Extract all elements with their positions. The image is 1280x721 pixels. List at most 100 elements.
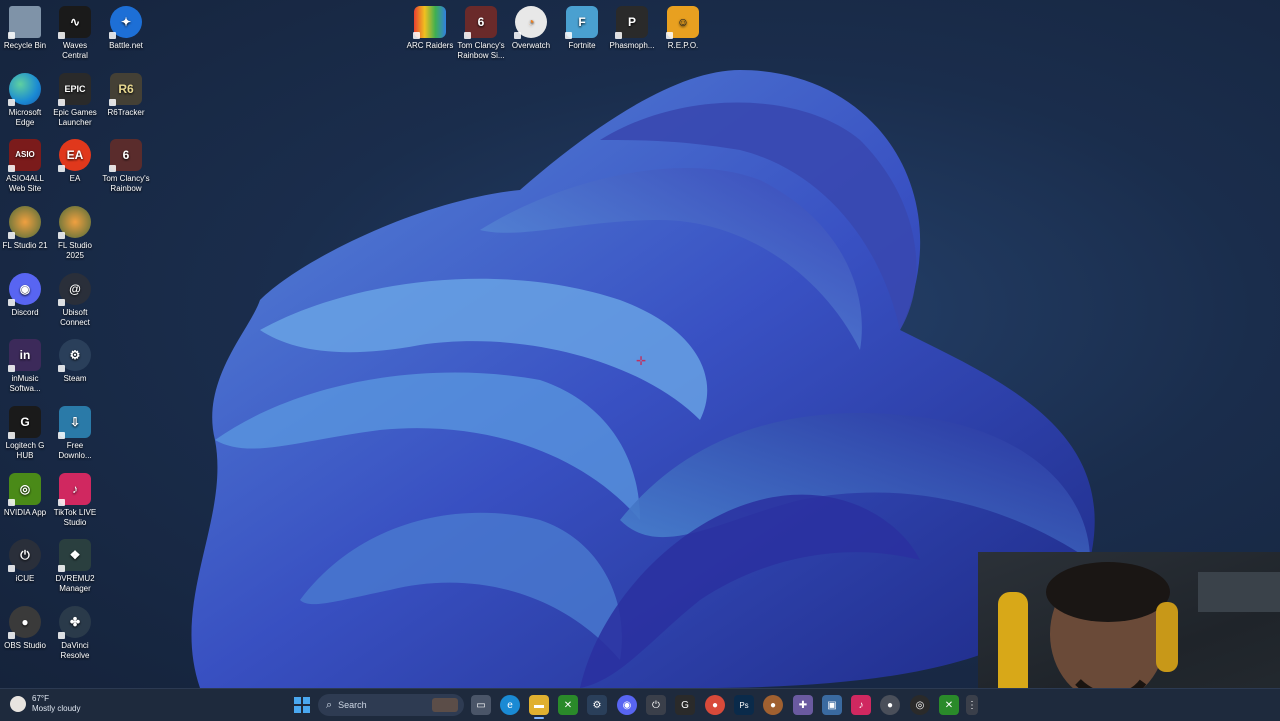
steam-shortcut[interactable]: ⚙ Steam	[50, 333, 100, 384]
icon-label: iCUE	[15, 574, 35, 583]
overwatch-icon: ◔	[514, 6, 547, 39]
fortnite-icon: F	[565, 6, 598, 39]
rainbow-six-siege-shortcut[interactable]: 6 Tom Clancy's Rainbow Si...	[456, 0, 506, 61]
icue-taskbar-icon[interactable]: ⏻	[646, 695, 666, 715]
ea-shortcut[interactable]: EA EA	[50, 133, 100, 184]
free-download-icon: ⇩	[58, 406, 91, 439]
repo-shortcut[interactable]: ☺ R.E.P.O.	[658, 0, 708, 51]
weather-icon	[10, 696, 26, 712]
logitech-taskbar-icon[interactable]: G	[675, 695, 695, 715]
fl-studio-taskbar-icon[interactable]: ●	[763, 695, 783, 715]
icue-shortcut[interactable]: ⏻ iCUE	[0, 533, 50, 584]
davinci-icon: ✤	[58, 606, 91, 639]
windows-start-icon[interactable]	[292, 695, 312, 715]
logitech-ghub-icon: G	[8, 406, 41, 439]
obs-icon: ●	[8, 606, 41, 639]
obs-studio-shortcut[interactable]: ● OBS Studio	[0, 600, 50, 651]
icon-label: Free Downlo...	[58, 441, 92, 460]
dvremu-manager-shortcut[interactable]: ❖ DVREMU2 Manager	[50, 533, 100, 594]
xbox-app-icon[interactable]: ✕	[939, 695, 959, 715]
asio4all-shortcut[interactable]: ASIO ASIO4ALL Web Site	[0, 133, 50, 194]
free-download-shortcut[interactable]: ⇩ Free Downlo...	[50, 400, 100, 461]
waves-central-shortcut[interactable]: ∿ Waves Central	[50, 0, 100, 61]
icon-label: Fortnite	[568, 41, 596, 50]
icon-label: ASIO4ALL Web Site	[6, 174, 44, 193]
fl-studio-21-shortcut[interactable]: FL Studio 21	[0, 200, 50, 251]
icon-label: Logitech G HUB	[5, 441, 45, 460]
icon-label: R.E.P.O.	[667, 41, 699, 50]
asio4all-icon: ASIO	[8, 139, 41, 172]
search-highlight-image	[432, 698, 458, 712]
davinci-resolve-shortcut[interactable]: ✤ DaVinci Resolve	[50, 600, 100, 661]
taskbar-search[interactable]: ⌕ Search	[318, 694, 464, 716]
icon-label: NVIDIA App	[3, 508, 47, 517]
fl-studio-2025-icon	[58, 206, 91, 239]
rainbow-six-shortcut[interactable]: 6 Tom Clancy's Rainbow Six...	[101, 133, 151, 194]
dvremu-icon: ❖	[58, 539, 91, 572]
fl-studio-2025-shortcut[interactable]: FL Studio 2025	[50, 200, 100, 261]
arc-raiders-shortcut[interactable]: ARC Raiders	[405, 0, 455, 51]
steam-taskbar-icon[interactable]: ⚙	[587, 695, 607, 715]
overwatch-shortcut[interactable]: ◔ Overwatch	[506, 0, 556, 51]
task-view-icon[interactable]: ▭	[471, 695, 491, 715]
edge-taskbar-icon[interactable]: e	[500, 695, 520, 715]
microsoft-edge-shortcut[interactable]: Microsoft Edge	[0, 67, 50, 128]
weather-description: Mostly cloudy	[32, 704, 81, 713]
overflow-icon[interactable]: ⋮	[966, 695, 978, 715]
obs-taskbar-icon[interactable]: ◎	[910, 695, 930, 715]
r6tracker-icon: R6	[109, 73, 142, 106]
mouse-cursor-icon: ✛	[636, 354, 647, 368]
discord-icon: ◉	[8, 273, 41, 306]
steam-icon: ⚙	[58, 339, 91, 372]
icue-icon: ⏻	[8, 539, 41, 572]
battlenet-icon: ✦	[109, 6, 142, 39]
ubisoft-icon: @	[58, 273, 91, 306]
icon-label: Microsoft Edge	[8, 108, 42, 127]
icon-label: Overwatch	[511, 41, 551, 50]
search-placeholder: Search	[338, 700, 367, 710]
arc-raiders-icon	[413, 6, 446, 39]
recycle-bin-shortcut[interactable]: Recycle Bin	[0, 0, 50, 51]
epic-games-shortcut[interactable]: EPIC Epic Games Launcher	[50, 67, 100, 128]
tiktok-live-shortcut[interactable]: ♪ TikTok LIVE Studio	[50, 467, 100, 528]
xbox-icon[interactable]: ✕	[558, 695, 578, 715]
edge-icon	[8, 73, 41, 106]
phasmophobia-icon: P	[615, 6, 648, 39]
fortnite-shortcut[interactable]: F Fortnite	[557, 0, 607, 51]
repo-icon: ☺	[666, 6, 699, 39]
icon-label: FL Studio 21	[2, 241, 48, 250]
icon-label: R6Tracker	[107, 108, 145, 117]
r6tracker-shortcut[interactable]: R6 R6Tracker	[101, 67, 151, 118]
battlenet-shortcut[interactable]: ✦ Battle.net	[101, 0, 151, 51]
chrome-icon[interactable]: ●	[705, 695, 725, 715]
file-explorer-icon[interactable]: ▬	[529, 695, 549, 715]
mic-icon[interactable]: ●	[880, 695, 900, 715]
nvidia-app-shortcut[interactable]: ◎ NVIDIA App	[0, 467, 50, 518]
taskbar: 67°F Mostly cloudy ⌕ Search ▭ e ▬ ✕ ⚙ ◉ …	[0, 688, 1280, 721]
icon-label: Discord	[11, 308, 39, 317]
photoshop-icon[interactable]: Ps	[734, 695, 754, 715]
weather-widget[interactable]: 67°F Mostly cloudy	[10, 694, 80, 714]
ubisoft-connect-shortcut[interactable]: @ Ubisoft Connect	[50, 267, 100, 328]
rainbow-six-siege-icon: 6	[464, 6, 497, 39]
discord-taskbar-icon[interactable]: ◉	[617, 695, 637, 715]
logitech-ghub-shortcut[interactable]: G Logitech G HUB	[0, 400, 50, 461]
ea-icon: EA	[58, 139, 91, 172]
icon-label: DaVinci Resolve	[60, 641, 90, 660]
inmusic-shortcut[interactable]: in inMusic Softwa...	[0, 333, 50, 394]
weather-temperature: 67°F	[32, 694, 49, 703]
game-controller-icon[interactable]: ✚	[793, 695, 813, 715]
icon-label: DVREMU2 Manager	[55, 574, 95, 593]
search-icon: ⌕	[326, 698, 333, 711]
rainbow-six-icon: 6	[109, 139, 142, 172]
app-window-icon[interactable]: ▣	[822, 695, 842, 715]
phasmophobia-shortcut[interactable]: P Phasmoph...	[607, 0, 657, 51]
inmusic-icon: in	[8, 339, 41, 372]
epic-games-icon: EPIC	[58, 73, 91, 106]
discord-shortcut[interactable]: ◉ Discord	[0, 267, 50, 318]
tiktok-live-icon: ♪	[58, 473, 91, 506]
icon-label: Ubisoft Connect	[60, 308, 90, 327]
tiktok-taskbar-icon[interactable]: ♪	[851, 695, 871, 715]
nvidia-icon: ◎	[8, 473, 41, 506]
icon-label: Tom Clancy's Rainbow Six...	[102, 174, 150, 193]
